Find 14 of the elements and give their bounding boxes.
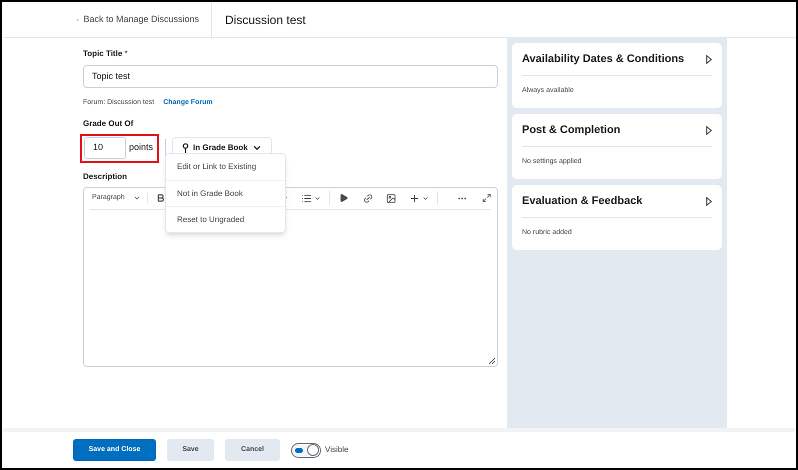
points-label: points (129, 141, 154, 154)
field-label: Description (83, 170, 128, 182)
menu-item[interactable]: Reset to Ungraded (166, 206, 285, 232)
back-link[interactable]: Back to Manage Discussions (2, 2, 212, 37)
field-label: Topic Title * (83, 48, 129, 60)
card-title: Post & Completion (522, 122, 620, 138)
field-label: Grade Out Of (83, 118, 134, 130)
page-title: Discussion test (224, 12, 306, 28)
card-title: Availability Dates & Conditions (522, 52, 684, 67)
topic-title-field[interactable]: Topic test (83, 65, 498, 88)
menu-item[interactable]: Not in Grade Book (166, 180, 285, 206)
visible-label: Visible (325, 444, 348, 456)
grade-field[interactable]: 10 (84, 137, 126, 159)
card-title: Evaluation & Feedback (522, 194, 642, 209)
